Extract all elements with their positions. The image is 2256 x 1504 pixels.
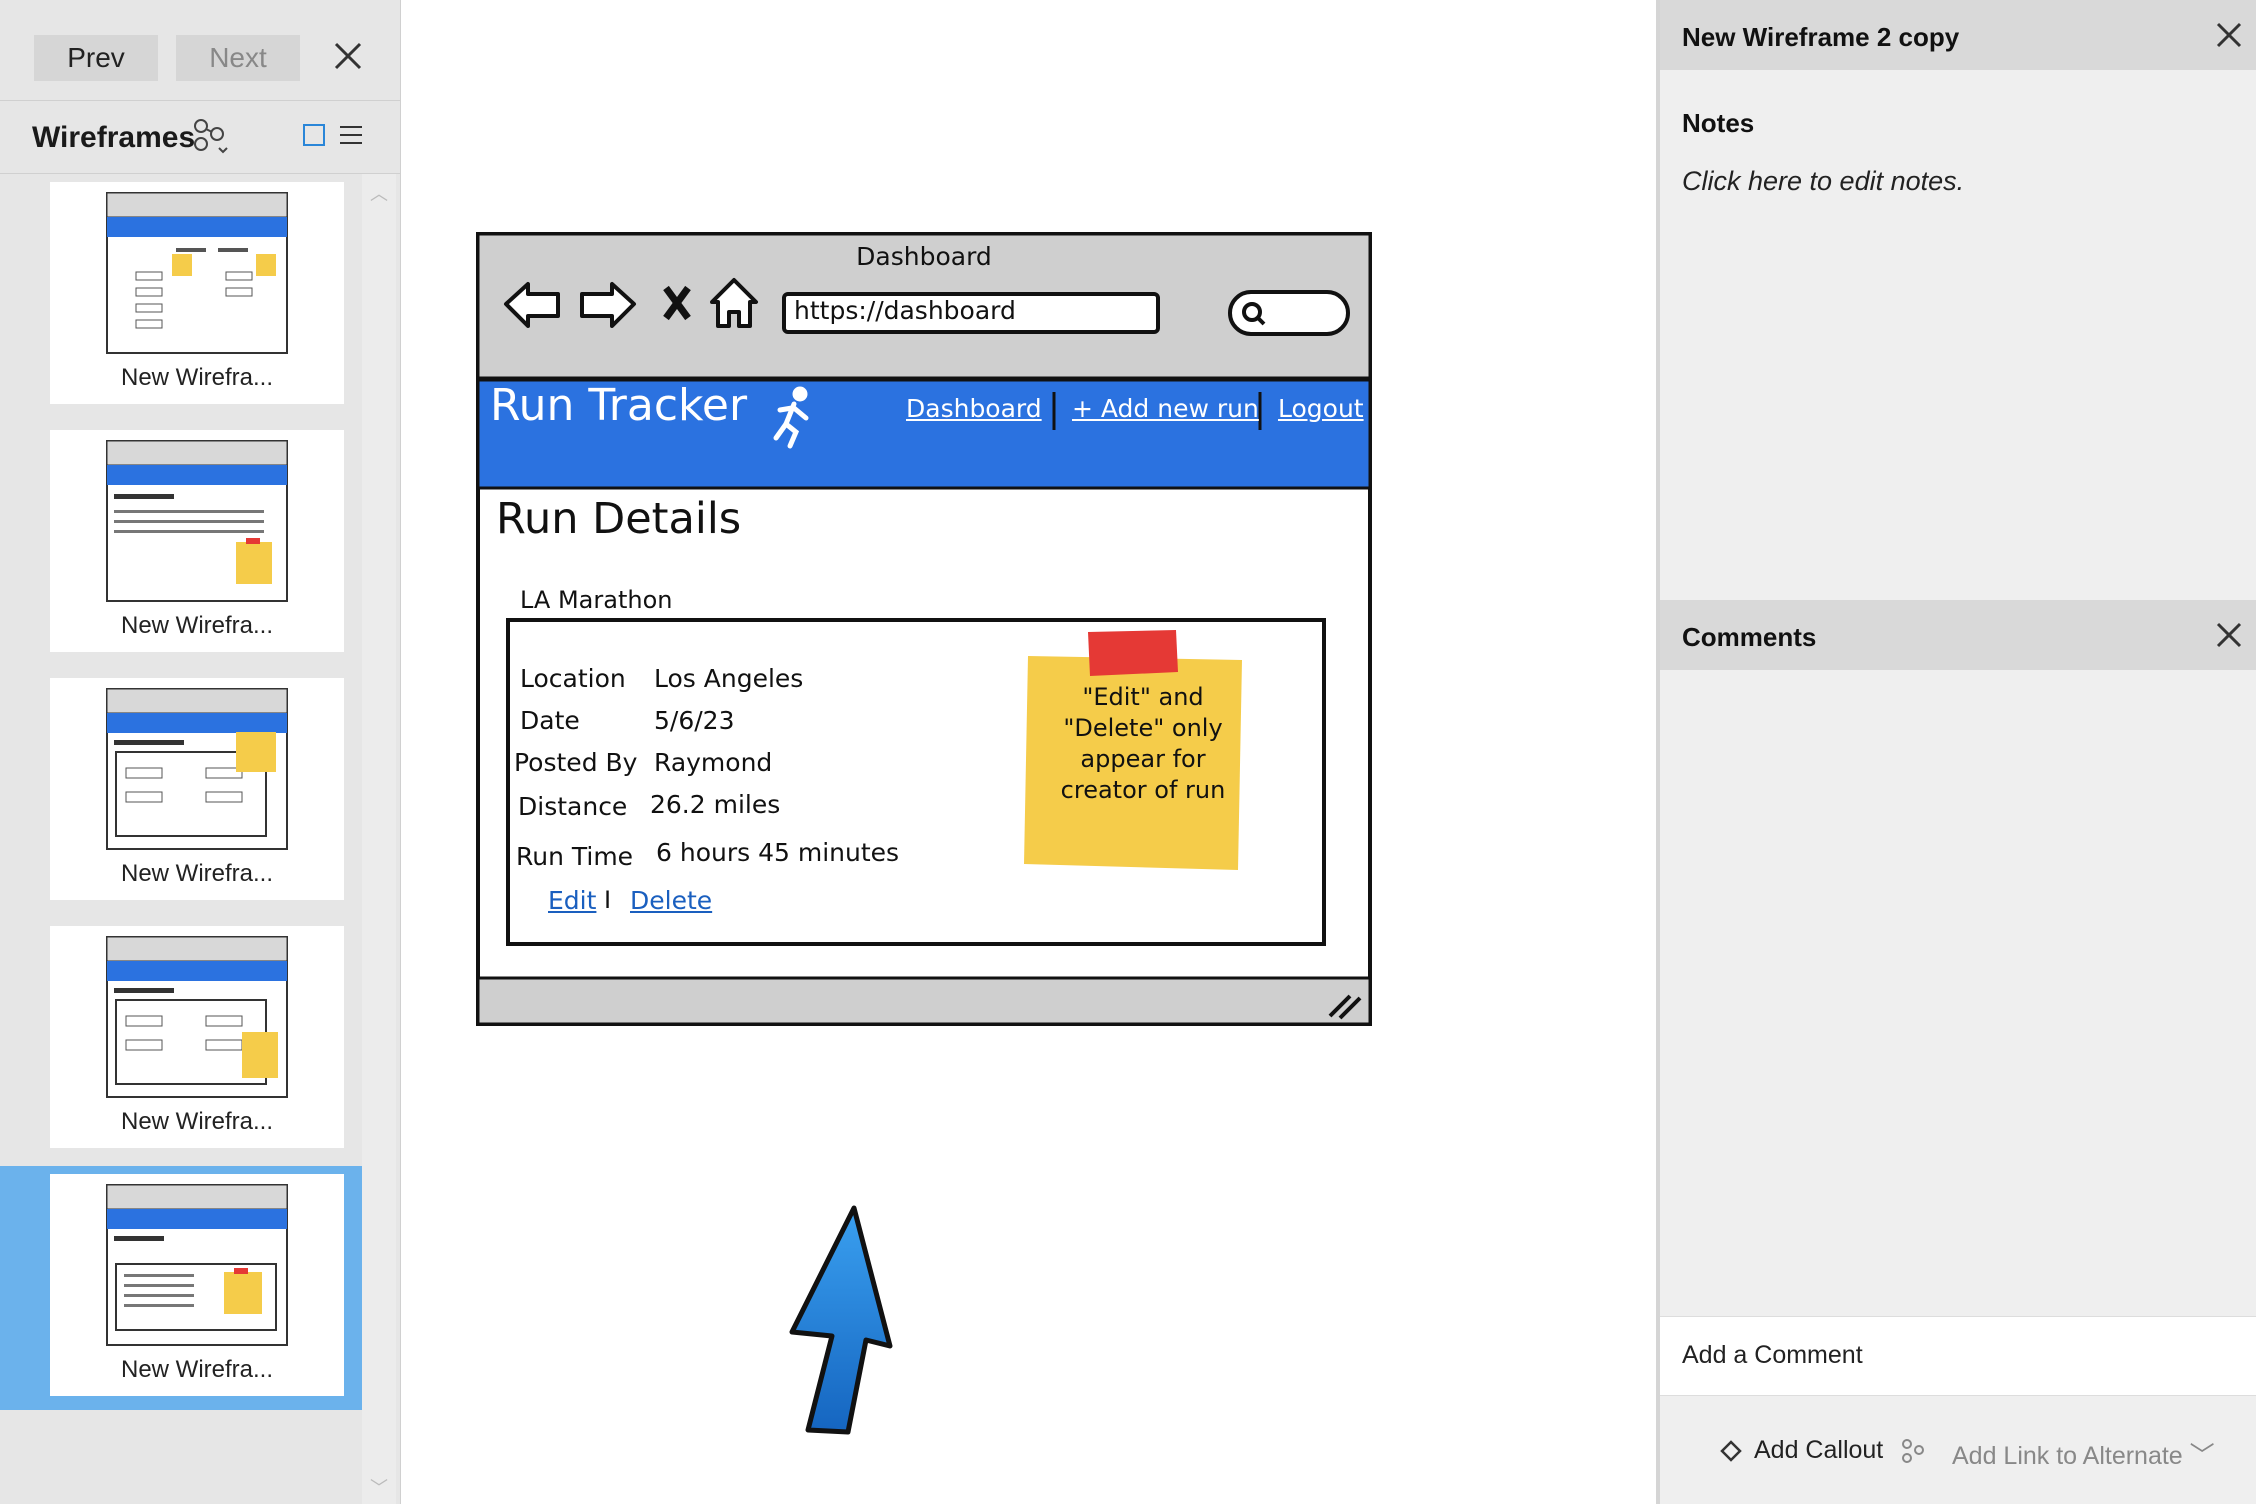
mock-url-field: https://dashboard (794, 296, 1016, 325)
wireframe-canvas[interactable]: Dashboard https://dashboard Run Tracker … (476, 232, 1372, 1028)
mock-field-label: Distance (518, 792, 628, 821)
notes-field[interactable]: Click here to edit notes. (1682, 166, 1964, 197)
wireframe-thumb-3[interactable]: New Wirefra... (50, 678, 344, 900)
wireframes-title: Wireframes (32, 121, 196, 154)
thumbnail-image (106, 936, 288, 1098)
thumbnail-image (106, 688, 288, 850)
mock-field-label: Date (520, 706, 580, 735)
mock-delete-link: Delete (630, 886, 713, 915)
thumbnail-label: New Wirefra... (120, 1108, 273, 1135)
mock-run-name: LA Marathon (520, 586, 673, 614)
grid-view-icon[interactable] (303, 124, 325, 146)
close-icon[interactable] (330, 36, 366, 76)
wireframe-thumb-1[interactable]: New Wirefra... (50, 182, 344, 404)
mock-field-value: 6 hours 45 minutes (656, 838, 900, 867)
notes-heading: Notes (1682, 108, 1755, 138)
properties-panel: New Wireframe 2 copy Notes Click here to… (1656, 0, 2256, 1504)
arrow-up-icon[interactable] (786, 1202, 898, 1438)
scroll-down-icon[interactable]: ﹀ (370, 1474, 388, 1500)
link-alternates-icon[interactable] (193, 118, 229, 154)
prev-button[interactable]: Prev (34, 35, 158, 81)
comments-heading: Comments (1682, 622, 1817, 652)
mock-field-value: 5/6/23 (654, 706, 735, 735)
add-comment-input[interactable]: Add a Comment (1660, 1316, 2256, 1396)
add-link-label: Add Link to Alternate (1952, 1442, 2183, 1470)
list-view-icon[interactable] (338, 124, 364, 146)
mock-window-title: Dashboard (856, 242, 992, 271)
mock-nav-add-run: + Add new run (1072, 394, 1259, 423)
close-icon[interactable] (2212, 618, 2246, 652)
thumbnail-image (106, 1184, 288, 1346)
mock-field-label: Posted By (514, 748, 638, 777)
mock-field-value: 26.2 miles (650, 790, 781, 819)
wireframe-thumb-2[interactable]: New Wirefra... (50, 430, 344, 652)
thumbnail-image (106, 192, 288, 354)
mock-page-heading: Run Details (496, 494, 742, 544)
mock-nav-dashboard: Dashboard (906, 394, 1042, 423)
wireframe-thumb-5[interactable]: New Wirefra... (42, 1166, 352, 1404)
thumbnail-label: New Wirefra... (120, 860, 273, 887)
callout-icon[interactable] (1718, 1438, 1744, 1468)
link-alternate-icon[interactable] (1900, 1436, 1926, 1466)
add-callout-button[interactable]: Add Callout (1754, 1436, 1883, 1465)
thumbnail-label: New Wirefra... (120, 364, 273, 391)
thumbnail-label: New Wirefra... (120, 612, 273, 639)
add-comment-placeholder: Add a Comment (1682, 1341, 1863, 1369)
wireframes-panel: Prev Next Wireframes New Wirefra... New … (0, 0, 401, 1504)
mock-field-label: Run Time (516, 842, 634, 871)
chevron-down-icon: ﹀ (2189, 1442, 2215, 1470)
wireframe-name[interactable]: New Wireframe 2 copy (1682, 22, 1959, 53)
properties-header: New Wireframe 2 copy (1660, 0, 2256, 70)
mock-link-separator: I (604, 886, 612, 914)
mock-app-name: Run Tracker (490, 380, 748, 431)
thumbnail-image (106, 440, 288, 602)
wireframe-thumb-4[interactable]: New Wirefra... (50, 926, 344, 1148)
sticky-note-text: "Edit" and "Delete" only appear for crea… (1060, 683, 1226, 804)
close-icon[interactable] (2212, 18, 2246, 52)
comments-header: Comments (1660, 600, 2256, 670)
mock-nav-logout: Logout (1278, 394, 1364, 423)
thumbnail-label: New Wirefra... (120, 1356, 273, 1383)
next-button[interactable]: Next (176, 35, 300, 81)
scroll-up-icon[interactable]: ︿ (370, 180, 388, 206)
mock-field-value: Raymond (654, 748, 773, 777)
thumbnail-scrollbar[interactable] (362, 174, 396, 1504)
mock-field-label: Location (520, 664, 626, 693)
add-link-to-alternate-button[interactable]: Add Link to Alternate ﹀ (1952, 1436, 2215, 1472)
mock-field-value: Los Angeles (654, 664, 804, 693)
mock-edit-link: Edit (548, 886, 597, 915)
